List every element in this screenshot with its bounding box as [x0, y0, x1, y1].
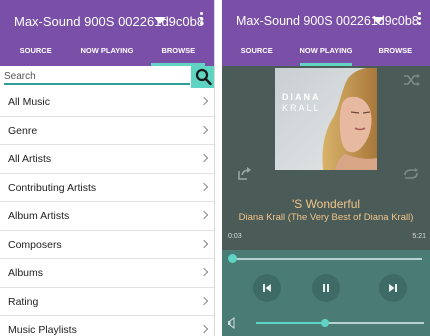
search-button[interactable]	[191, 66, 214, 88]
share-icon[interactable]	[236, 165, 252, 181]
now-playing-panel: Max-Sound 900S 002261d9c0b8 SOURCE NOW P…	[222, 0, 430, 336]
album-art-text-line1: DIANA	[282, 92, 321, 102]
app-bar: Max-Sound 900S 002261d9c0b8 SOURCE NOW P…	[0, 0, 214, 66]
search-input[interactable]	[4, 69, 190, 85]
more-vert-icon[interactable]	[418, 12, 422, 27]
list-item-rating[interactable]: Rating	[0, 288, 214, 316]
skip-next-icon	[389, 284, 397, 292]
list-item-label: Composers	[8, 238, 62, 251]
chevron-down-icon[interactable]	[154, 17, 166, 24]
list-item-label: Rating	[8, 295, 39, 308]
repeat-icon[interactable]	[402, 168, 420, 180]
search-icon	[195, 68, 212, 86]
previous-button[interactable]	[253, 274, 281, 302]
app-bar: Max-Sound 900S 002261d9c0b8 SOURCE NOW P…	[222, 0, 430, 66]
chevron-right-icon	[199, 239, 209, 248]
pause-icon	[323, 284, 329, 292]
more-vert-icon[interactable]	[200, 12, 204, 27]
list-item-album-artists[interactable]: Album Artists	[0, 202, 214, 231]
list-item-composers[interactable]: Composers	[0, 231, 214, 259]
track-artist-album: Diana Krall (The Very Best of Diana Kral…	[238, 212, 414, 223]
volume-handle[interactable]	[320, 318, 329, 327]
browse-panel: Max-Sound 900S 002261d9c0b8 SOURCE NOW P…	[0, 0, 215, 336]
list-item-label: Album Artists	[8, 210, 70, 222]
list-item-music-playlists[interactable]: Music Playlists	[0, 316, 214, 336]
chevron-right-icon	[199, 267, 209, 277]
list-item-all-artists[interactable]: All Artists	[0, 145, 214, 174]
tab-browse[interactable]: BROWSE	[361, 40, 430, 66]
tab-now-playing[interactable]: NOW PLAYING	[71, 40, 142, 66]
album-art-text-line2: KRALL	[282, 103, 321, 113]
chevron-right-icon	[199, 210, 209, 220]
next-button[interactable]	[379, 274, 407, 302]
total-time: 5:21	[412, 233, 426, 240]
elapsed-time: 0:03	[228, 233, 242, 240]
chevron-right-icon	[199, 324, 209, 334]
tab-bar: SOURCE NOW PLAYING BROWSE	[222, 40, 430, 66]
track-title: 'S Wonderful	[291, 197, 361, 211]
skip-previous-icon	[263, 284, 271, 292]
tab-now-playing[interactable]: NOW PLAYING	[291, 40, 360, 66]
list-item-contributing-artists[interactable]: Contributing Artists	[0, 174, 214, 202]
seek-bar[interactable]	[227, 254, 422, 263]
shuffle-icon[interactable]	[403, 73, 421, 87]
list-item-label: Music Playlists	[8, 324, 77, 336]
seek-handle[interactable]	[227, 254, 237, 263]
list-item-albums[interactable]: Albums	[0, 259, 214, 288]
chevron-right-icon	[199, 96, 209, 106]
device-title[interactable]: Max-Sound 900S 002261d9c0b8	[14, 14, 204, 29]
search-row	[0, 66, 214, 88]
list-item-all-music[interactable]: All Music	[0, 88, 214, 117]
volume-slider[interactable]	[256, 318, 424, 327]
list-item-label: Genre	[8, 124, 38, 137]
tab-source[interactable]: SOURCE	[222, 40, 291, 66]
chevron-down-icon[interactable]	[372, 17, 384, 24]
chevron-right-icon	[199, 125, 209, 134]
tab-source[interactable]: SOURCE	[0, 40, 71, 66]
tab-bar: SOURCE NOW PLAYING BROWSE	[0, 40, 214, 66]
browse-list: All Music Genre All Artists Contributing…	[0, 88, 214, 336]
list-item-label: All Artists	[8, 153, 52, 165]
volume-icon[interactable]	[227, 317, 237, 329]
tab-browse[interactable]: BROWSE	[143, 40, 214, 66]
album-art	[275, 68, 377, 170]
list-item-genre[interactable]: Genre	[0, 117, 214, 145]
list-item-label: Contributing Artists	[8, 181, 97, 194]
player-controls	[222, 250, 430, 336]
chevron-right-icon	[199, 296, 209, 305]
list-item-label: Albums	[8, 267, 44, 279]
chevron-right-icon	[199, 153, 209, 163]
device-title[interactable]: Max-Sound 900S 002261d9c0b8	[236, 14, 419, 28]
list-item-label: All Music	[8, 96, 51, 108]
volume-level	[256, 322, 325, 324]
play-pause-button[interactable]	[312, 274, 340, 302]
panel-divider	[215, 0, 222, 336]
chevron-right-icon	[199, 182, 209, 191]
